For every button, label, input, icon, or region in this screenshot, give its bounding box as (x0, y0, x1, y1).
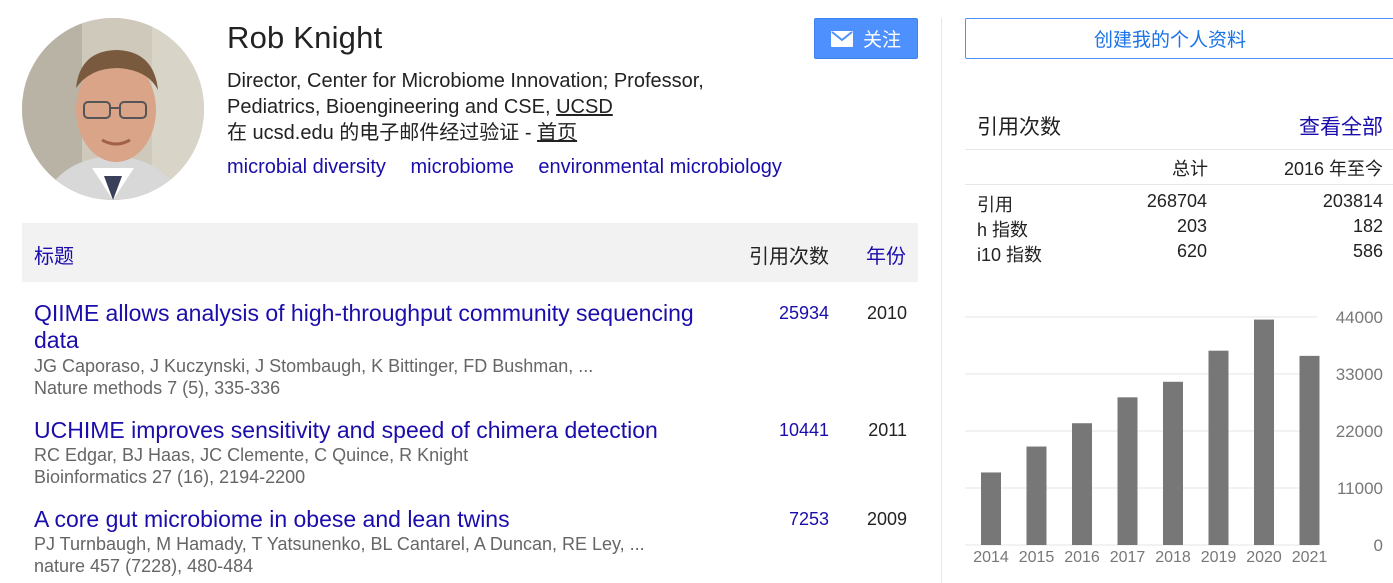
sort-by-title[interactable]: 标题 (34, 240, 74, 269)
chart-bar-2020[interactable] (1254, 319, 1274, 545)
affiliation-line2: Pediatrics, Bioengineering and CSE, UCSD (227, 94, 787, 120)
verified-email: 在 ucsd.edu 的电子邮件经过验证 - 首页 (227, 120, 577, 146)
article-title-link[interactable]: A core gut microbiome in obese and lean … (34, 506, 714, 533)
stat-since: 586 (1352, 241, 1383, 261)
homepage-link[interactable]: 首页 (537, 122, 577, 144)
envelope-icon (830, 30, 853, 47)
stat-label: i10 指数 (977, 245, 1043, 265)
x-tick-label: 2021 (1292, 549, 1328, 566)
stat-label: 引用 (977, 195, 1013, 215)
chart-bar-2014[interactable] (981, 472, 1001, 545)
interest-link[interactable]: microbiome (411, 156, 514, 178)
table-row: A core gut microbiome in obese and lean … (22, 506, 918, 578)
affiliation: Director, Center for Microbiome Innovati… (227, 68, 787, 120)
citations-bar-chart: 44000 33000 22000 11000 0 2014 2015 2016 2017 201… (965, 308, 1383, 566)
x-tick-label: 2018 (1155, 549, 1191, 566)
article-venue: Nature methods 7 (5), 335-336 (34, 378, 281, 398)
stats-divider (965, 184, 1393, 185)
stat-since: 182 (1352, 216, 1383, 236)
article-authors: RC Edgar, BJ Haas, JC Clemente, C Quince… (34, 445, 469, 465)
x-tick-label: 2014 (973, 549, 1009, 566)
y-tick-label: 22000 (1336, 422, 1383, 441)
chart-bar-2021[interactable] (1299, 355, 1320, 545)
chart-bar-2019[interactable] (1208, 350, 1229, 545)
affiliation-line2-text: Pediatrics, Bioengineering and CSE, (227, 96, 557, 118)
follow-label: 关注 (862, 30, 901, 51)
article-year: 2010 (866, 303, 907, 323)
column-divider (941, 18, 942, 583)
research-interests: microbial diversity microbiome environme… (227, 156, 801, 179)
citations-chart: 44000 33000 22000 11000 0 2014 2015 2016 2017 201… (965, 300, 1393, 583)
stat-since: 203814 (1322, 191, 1383, 211)
chart-bar-2018[interactable] (1163, 381, 1183, 545)
chart-bar-2017[interactable] (1117, 397, 1138, 545)
article-title-link[interactable]: UCHIME improves sensitivity and speed of… (34, 417, 714, 444)
x-tick-label: 2020 (1246, 549, 1282, 566)
x-tick-label: 2019 (1201, 549, 1237, 566)
cited-by-link[interactable]: 25934 (779, 303, 829, 324)
y-tick-label: 0 (1374, 536, 1383, 555)
article-venue: Bioinformatics 27 (16), 2194-2200 (34, 467, 306, 487)
x-tick-label: 2015 (1019, 549, 1055, 566)
article-authors: PJ Turnbaugh, M Hamady, T Yatsunenko, BL… (34, 534, 645, 554)
cited-by-header: 引用次数 (749, 246, 829, 268)
article-title-link[interactable]: QIIME allows analysis of high-throughput… (34, 300, 714, 354)
interest-link[interactable]: environmental microbiology (538, 156, 781, 178)
y-tick-label: 11000 (1337, 479, 1383, 498)
avatar (22, 18, 204, 200)
articles-table-header: 标题 引用次数 年份 (22, 223, 918, 282)
cited-by-link[interactable]: 7253 (789, 509, 829, 530)
x-tick-label: 2016 (1064, 549, 1100, 566)
view-all-link[interactable]: 查看全部 (1299, 111, 1383, 141)
x-tick-label: 2017 (1110, 549, 1146, 566)
y-tick-label: 44000 (1336, 308, 1383, 327)
col-all-header: 总计 (1172, 159, 1208, 179)
article-year: 2011 (868, 420, 907, 440)
col-since-header: 2016 年至今 (1283, 159, 1383, 179)
stat-all: 620 (1176, 241, 1207, 261)
chart-bar-2015[interactable] (1026, 446, 1047, 545)
y-tick-label: 33000 (1336, 365, 1383, 384)
interest-link[interactable]: microbial diversity (227, 156, 386, 178)
profile-photo (22, 18, 204, 200)
chart-bar-2016[interactable] (1072, 423, 1092, 545)
table-row: QIIME allows analysis of high-throughput… (22, 300, 918, 400)
verified-text: 在 ucsd.edu 的电子邮件经过验证 - (227, 122, 538, 144)
stat-all: 203 (1176, 216, 1207, 236)
stats-title: 引用次数 (977, 116, 1061, 139)
affiliation-link[interactable]: UCSD (556, 96, 613, 118)
profile-name: Rob Knight (227, 20, 383, 55)
stat-row-i10-index: i10 指数 620 586 (977, 241, 1383, 265)
article-venue: nature 457 (7228), 480-484 (34, 556, 254, 576)
cited-by-link[interactable]: 10441 (779, 420, 829, 441)
table-row: UCHIME improves sensitivity and speed of… (22, 417, 918, 489)
stat-row-citations: 引用 268704 203814 (977, 191, 1383, 215)
stat-row-h-index: h 指数 203 182 (977, 216, 1383, 240)
affiliation-line1: Director, Center for Microbiome Innovati… (227, 70, 704, 92)
stat-all: 268704 (1146, 191, 1207, 211)
follow-button[interactable]: 关注 (814, 18, 918, 59)
article-year: 2009 (866, 509, 907, 529)
article-authors: JG Caporaso, J Kuczynski, J Stombaugh, K… (34, 356, 594, 376)
create-profile-button[interactable]: 创建我的个人资料 (965, 18, 1393, 59)
stats-divider (965, 149, 1393, 150)
sort-by-year[interactable]: 年份 (866, 240, 906, 269)
stat-label: h 指数 (977, 220, 1029, 240)
